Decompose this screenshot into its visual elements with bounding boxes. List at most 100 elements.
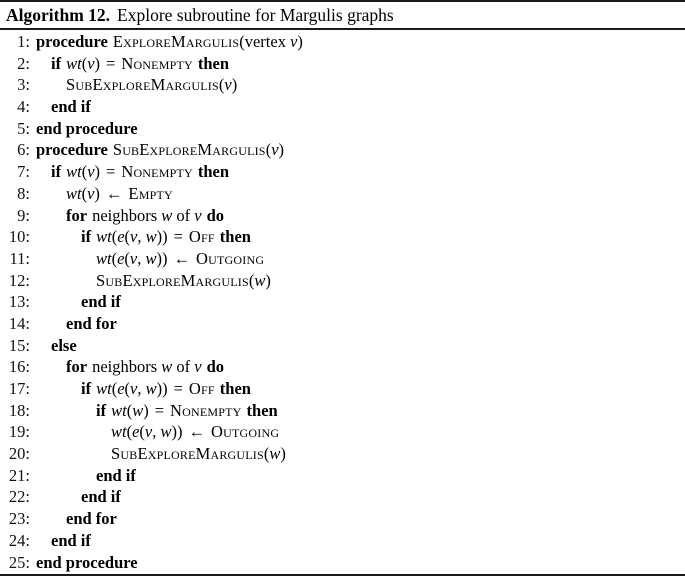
line-content: if wt(v) = Nonempty then: [45, 54, 229, 74]
algorithm-line: 6 procedureSubExploreMargulis(v): [0, 140, 685, 162]
paren-close: ): [162, 379, 168, 398]
keyword-then: then: [246, 400, 278, 420]
keyword-if: if: [51, 53, 62, 73]
line-content: if wt(e(v, w)) = Off then: [75, 379, 251, 399]
comma: ,: [152, 422, 157, 442]
line-number: 1: [0, 32, 30, 52]
operator-equals: =: [173, 379, 183, 398]
paren-close: ): [162, 248, 168, 268]
comma: ,: [137, 248, 142, 268]
line-number: 22: [0, 487, 30, 507]
paren-close: ): [278, 140, 285, 160]
line-number: 25: [0, 553, 30, 573]
algorithm-title-text: Explore subroutine for Margulis graphs: [117, 4, 394, 25]
var-w: w: [132, 400, 144, 420]
var-v: v: [271, 140, 279, 160]
keyword-end-if: end if: [96, 465, 136, 485]
line-content: else: [45, 336, 77, 356]
keyword-if: if: [96, 400, 107, 420]
algorithm-line: 12 SubExploreMargulis(w): [0, 271, 685, 293]
func-wt: wt: [96, 248, 112, 268]
var-w: w: [145, 379, 157, 398]
keyword-end-for: end for: [66, 313, 117, 333]
func-wt: wt: [66, 183, 82, 203]
identifier-off: Off: [188, 227, 215, 247]
var-w: w: [145, 227, 157, 247]
var-v: v: [87, 53, 95, 73]
algorithm-line: 17 ifwt(e(v, w))=Offthen: [0, 379, 685, 401]
keyword-neighbors: neighbors: [92, 205, 158, 225]
algorithm-line: 9 forneighbors w of vdo: [0, 206, 685, 228]
identifier-sub-explore-margulis: SubExploreMargulis: [96, 270, 249, 290]
var-v: v: [224, 75, 232, 95]
keyword-else: else: [51, 335, 77, 355]
keyword-end-if: end if: [81, 487, 121, 507]
paren-close: ): [231, 75, 238, 95]
line-number: 18: [0, 401, 30, 421]
algorithm-line: 5 end procedure: [0, 119, 685, 141]
algorithm-line: 7 ifwt(v)=Nonemptythen: [0, 162, 685, 184]
algorithm-line: 19 wt(e(v, w))←Outgoing: [0, 422, 685, 444]
line-number: 7: [0, 162, 30, 182]
keyword-of: of: [176, 205, 191, 225]
line-content: SubExploreMargulis(v): [60, 75, 237, 95]
identifier-sub-explore-margulis: SubExploreMargulis: [66, 75, 219, 95]
paren-close: ): [265, 270, 271, 290]
line-content: end procedure: [30, 119, 138, 139]
func-wt: wt: [96, 227, 112, 247]
line-number: 16: [0, 357, 30, 377]
line-number: 9: [0, 206, 30, 226]
identifier-nonempty: Nonempty: [121, 162, 193, 182]
func-e: e: [117, 227, 125, 247]
algorithm-line: 20 SubExploreMargulis(w): [0, 444, 685, 466]
identifier-explore-margulis: ExploreMargulis: [112, 32, 240, 51]
keyword-then: then: [219, 379, 251, 398]
line-content: end if: [75, 292, 121, 312]
paren-close: ): [94, 183, 100, 203]
var-w: w: [161, 357, 173, 377]
paren-close: ): [297, 32, 303, 51]
keyword-if: if: [81, 227, 92, 247]
line-number: 20: [0, 444, 30, 464]
func-wt: wt: [96, 379, 112, 398]
line-content: SubExploreMargulis(w): [90, 271, 271, 291]
algorithm-line: 24 end if: [0, 531, 685, 553]
keyword-if: if: [81, 379, 92, 398]
line-number: 11: [0, 249, 30, 269]
algorithm-body: 1 procedureExploreMargulis(vertex v) 2 i…: [0, 30, 685, 574]
keyword-end-if: end if: [51, 97, 91, 117]
identifier-outgoing: Outgoing: [211, 422, 280, 442]
line-number: 15: [0, 336, 30, 356]
keyword-for: for: [66, 205, 88, 225]
algorithm-line: 23 end for: [0, 509, 685, 531]
line-content: for neighbors w of v do: [60, 357, 224, 377]
keyword-for: for: [66, 357, 88, 377]
line-number: 23: [0, 509, 30, 529]
keyword-do: do: [206, 357, 225, 377]
line-content: end for: [60, 509, 117, 529]
algorithm-line: 10 ifwt(e(v, w))=Offthen: [0, 227, 685, 249]
keyword-of: of: [176, 357, 191, 377]
paren-close: ): [177, 422, 183, 442]
keyword-procedure: procedure: [36, 140, 108, 160]
line-number: 2: [0, 54, 30, 74]
keyword-end-procedure: end procedure: [36, 552, 138, 572]
paren-close: ): [280, 444, 286, 464]
paren-close: ): [94, 53, 101, 73]
keyword-end-if: end if: [51, 530, 91, 550]
identifier-off: Off: [188, 379, 215, 398]
algorithm-line: 4 end if: [0, 97, 685, 119]
comma: ,: [137, 379, 142, 398]
comma: ,: [137, 227, 142, 247]
line-number: 24: [0, 531, 30, 551]
algorithm-line: 11 wt(e(v, w))←Outgoing: [0, 249, 685, 271]
line-number: 10: [0, 227, 30, 247]
assign-arrow-icon: ←: [173, 248, 191, 268]
algorithm-line: 16 forneighbors w of vdo: [0, 357, 685, 379]
keyword-end-for: end for: [66, 509, 117, 529]
algorithm-line: 21 end if: [0, 466, 685, 488]
line-content: wt(v) ← Empty: [60, 184, 173, 204]
line-number: 21: [0, 466, 30, 486]
line-number: 8: [0, 184, 30, 204]
line-content: end if: [90, 466, 136, 486]
